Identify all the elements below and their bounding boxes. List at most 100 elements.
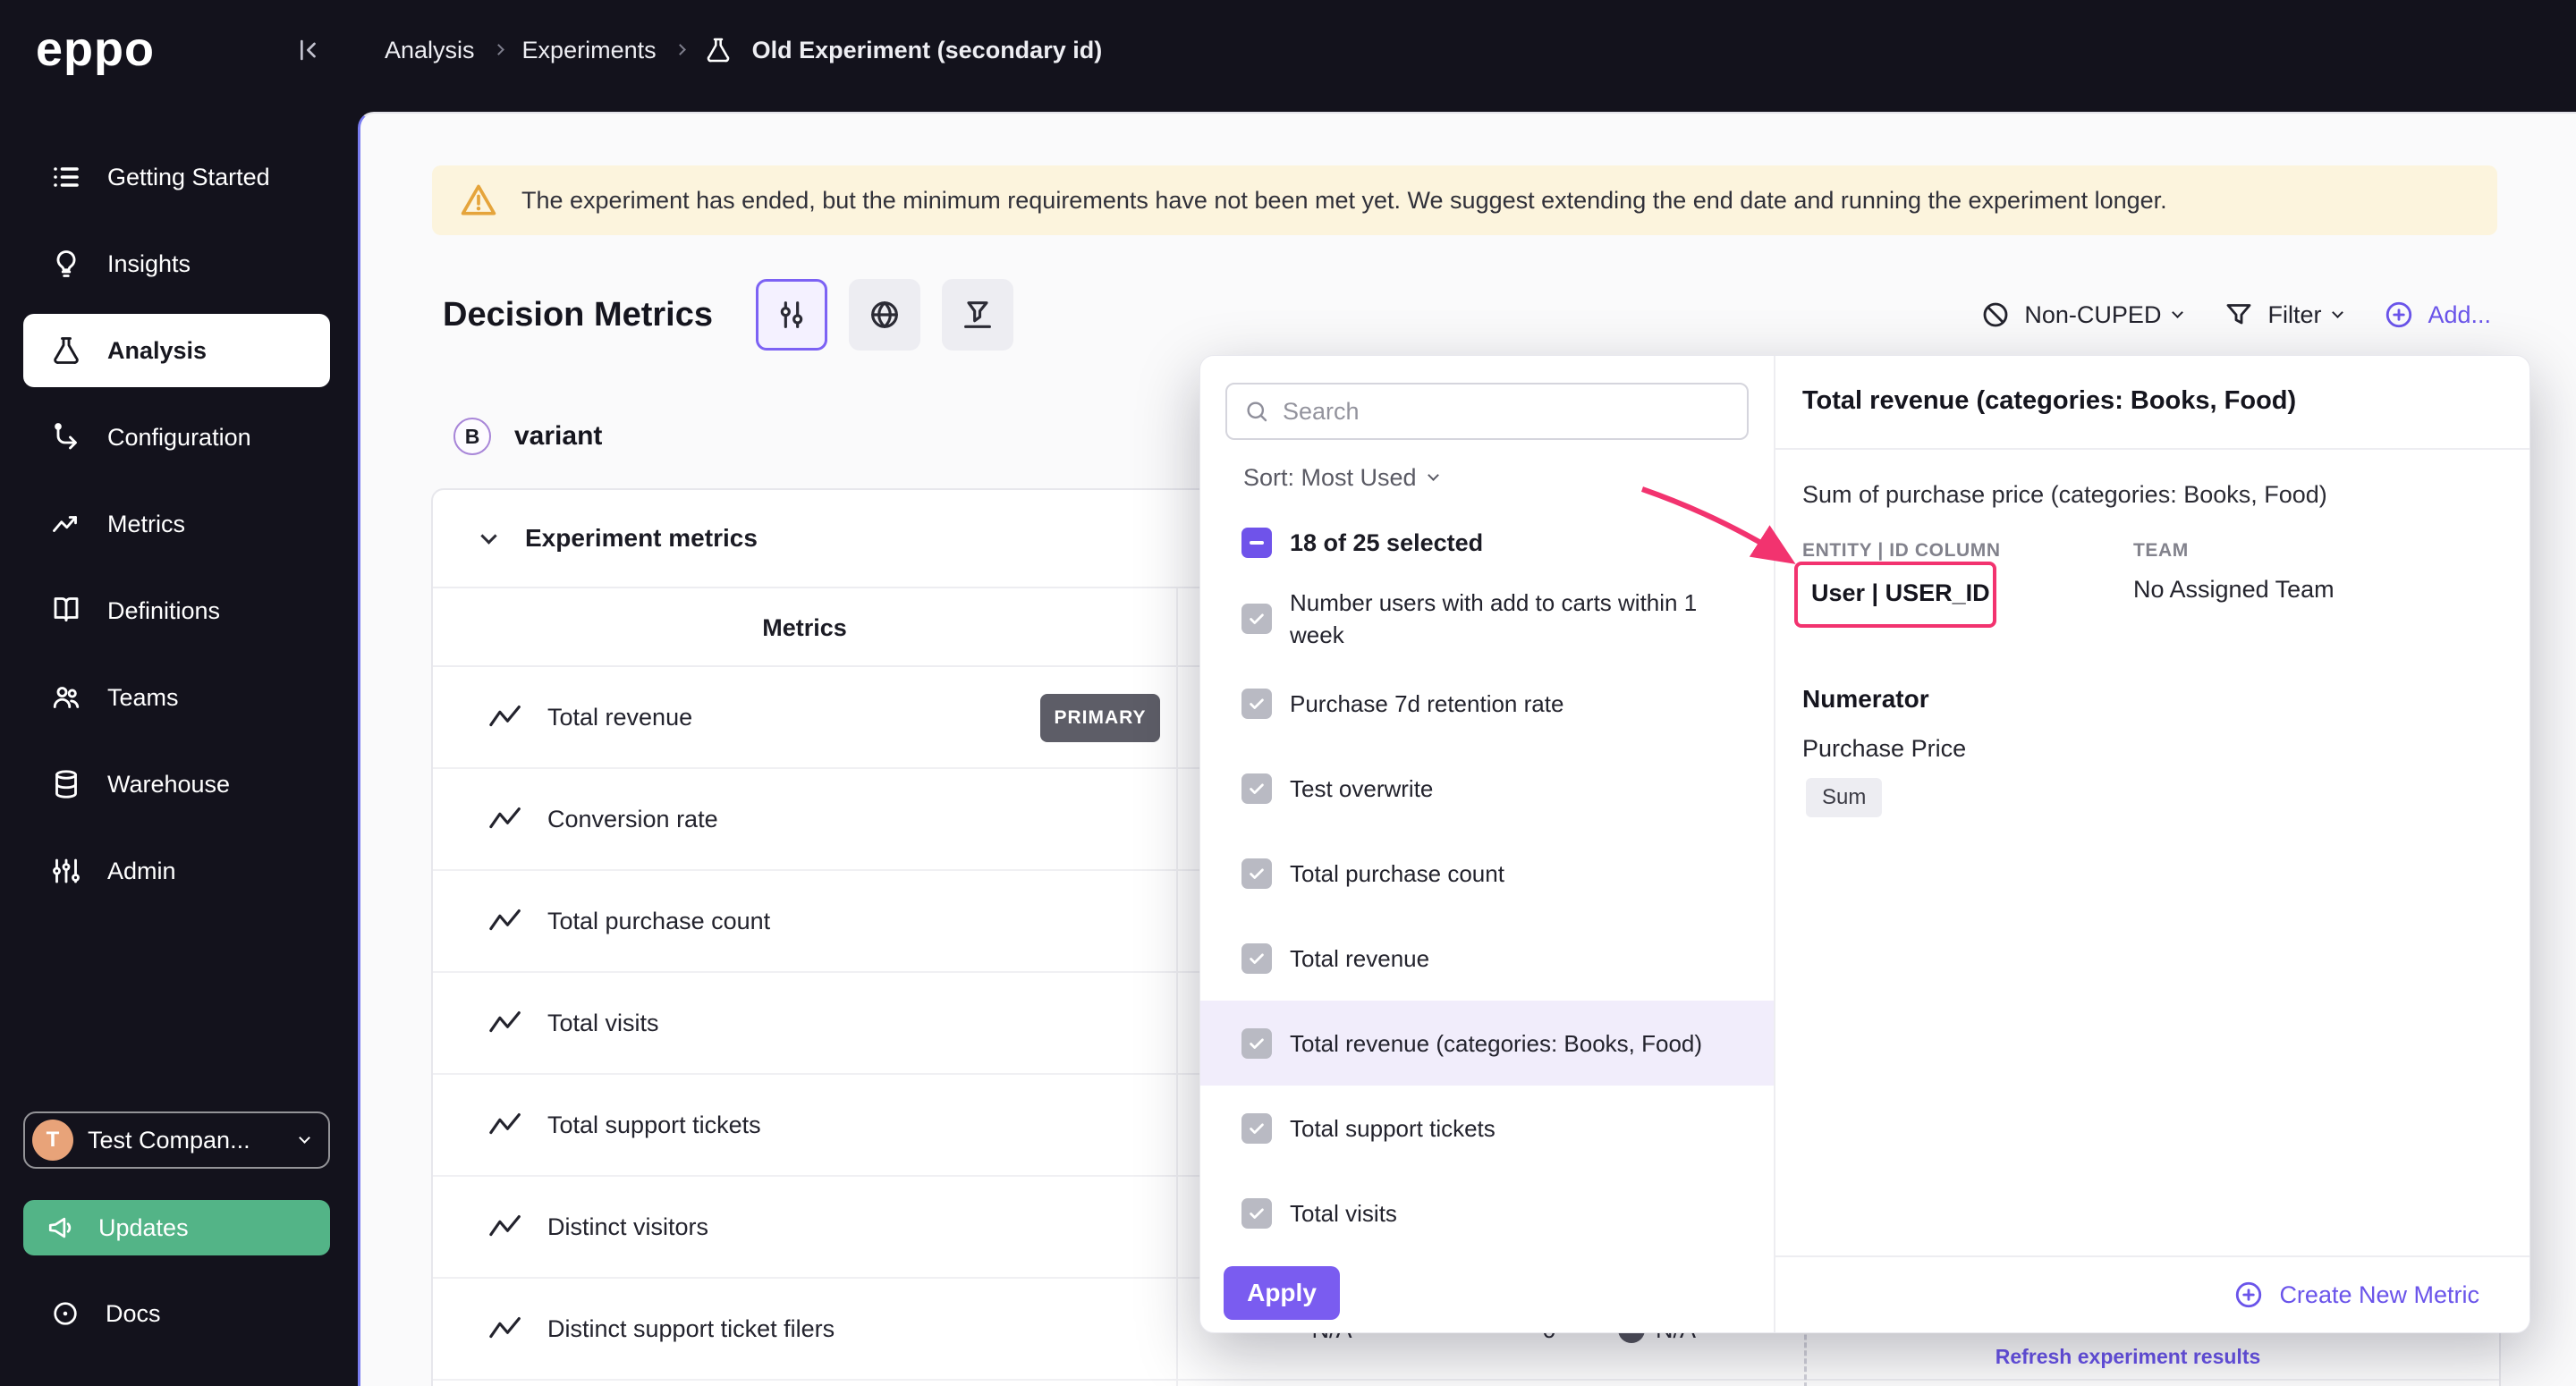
primary-badge: PRIMARY — [1040, 694, 1160, 742]
metric-option-label: Purchase 7d retention rate — [1290, 688, 1563, 720]
select-all-row[interactable]: 18 of 25 selected — [1241, 528, 1774, 558]
metric-icon — [488, 806, 524, 832]
view-global-button[interactable] — [849, 279, 920, 351]
metric-icon — [488, 1111, 524, 1138]
chevron-down-icon — [2173, 307, 2184, 318]
metrics-column-header: Metrics — [433, 588, 1176, 667]
list-item[interactable]: Total revenue — [1200, 916, 1774, 1001]
checkbox-checked[interactable] — [1241, 1113, 1272, 1144]
account-switcher[interactable]: T Test Compan... — [23, 1111, 330, 1169]
checkbox-checked[interactable] — [1241, 943, 1272, 974]
sidebar-collapse-icon[interactable] — [284, 28, 329, 72]
breadcrumb-analysis[interactable]: Analysis — [385, 37, 475, 64]
metric-icon — [488, 1010, 524, 1036]
column-divider — [1176, 588, 1178, 1386]
view-funnel-button[interactable] — [942, 279, 1013, 351]
chevron-right-icon — [674, 44, 686, 55]
sidebar-item-updates[interactable]: Updates — [23, 1200, 330, 1255]
list-item[interactable]: Test overwrite — [1200, 746, 1774, 831]
list-item[interactable]: Purchase 7d retention rate — [1200, 661, 1774, 746]
lightbulb-icon — [50, 248, 82, 280]
checkbox-checked[interactable] — [1241, 858, 1272, 889]
breadcrumb-experiments[interactable]: Experiments — [522, 37, 657, 64]
sidebar-item-admin[interactable]: Admin — [23, 834, 330, 908]
plus-circle-icon — [2233, 1279, 2265, 1311]
search-input[interactable] — [1283, 398, 1731, 426]
metric-list: Number users with add to carts within 1 … — [1200, 576, 1774, 1255]
list-item[interactable]: Total visits — [1200, 1170, 1774, 1255]
banner-text: The experiment has ended, but the minimu… — [521, 187, 2167, 215]
account-name: Test Compan... — [88, 1127, 250, 1154]
metric-picker-popover: Sort: Most Used 18 of 25 selected Number… — [1199, 355, 2530, 1333]
metric-icon — [488, 704, 524, 731]
metric-name: Total visits — [547, 1010, 659, 1037]
metric-name: Distinct visitors — [547, 1213, 708, 1241]
sort-label: Sort: Most Used — [1243, 464, 1417, 492]
line-chart-icon — [50, 508, 82, 540]
chevron-down-icon — [1428, 469, 1439, 481]
checkbox-checked[interactable] — [1241, 1198, 1272, 1229]
sidebar-item-getting-started[interactable]: Getting Started — [23, 140, 330, 214]
metric-option-label: Test overwrite — [1290, 773, 1433, 805]
sliders-icon — [50, 855, 82, 887]
sidebar-item-metrics[interactable]: Metrics — [23, 487, 330, 561]
variant-badge: B — [453, 418, 491, 455]
create-new-metric-button[interactable]: Create New Metric — [1775, 1255, 2529, 1332]
checkbox-checked[interactable] — [1241, 1028, 1272, 1059]
branch-icon — [50, 421, 82, 453]
toolbar: Decision Metrics Non-CUPED Filter Add. — [443, 276, 2491, 353]
page-title: Decision Metrics — [443, 296, 713, 334]
flask-icon — [704, 36, 733, 64]
view-metrics-button[interactable] — [756, 279, 827, 351]
sidebar-item-label: Admin — [107, 858, 176, 885]
refresh-results-link[interactable]: Refresh experiment results — [1971, 1345, 2284, 1369]
metric-description: Sum of purchase price (categories: Books… — [1802, 481, 2327, 509]
checkbox-checked[interactable] — [1241, 604, 1272, 634]
warning-banner: The experiment has ended, but the minimu… — [432, 165, 2497, 235]
metric-list-pane: Sort: Most Used 18 of 25 selected Number… — [1200, 356, 1775, 1332]
filter-dropdown[interactable]: Filter — [2223, 299, 2342, 331]
add-metric-button[interactable]: Add... — [2383, 299, 2491, 331]
sort-dropdown[interactable]: Sort: Most Used — [1243, 463, 1774, 492]
entity-id-label: ENTITY | ID COLUMN — [1802, 540, 2001, 562]
metric-option-label: Total purchase count — [1290, 858, 1504, 890]
metric-detail-title: Total revenue (categories: Books, Food) — [1802, 386, 2296, 416]
sidebar-item-teams[interactable]: Teams — [23, 661, 330, 734]
chevron-right-icon — [493, 44, 504, 55]
warning-icon — [459, 181, 498, 220]
apply-button[interactable]: Apply — [1224, 1266, 1340, 1320]
sidebar-item-configuration[interactable]: Configuration — [23, 401, 330, 474]
team-value: No Assigned Team — [2133, 576, 2334, 604]
indeterminate-checkbox[interactable] — [1241, 528, 1272, 558]
people-icon — [50, 681, 82, 714]
sidebar-item-warehouse[interactable]: Warehouse — [23, 748, 330, 821]
list-item[interactable]: Total purchase count — [1200, 831, 1774, 916]
metric-option-label: Total visits — [1290, 1197, 1397, 1230]
metric-name: Total revenue — [547, 704, 692, 731]
breadcrumb: Analysis Experiments Old Experiment (sec… — [385, 0, 1102, 100]
checkbox-checked[interactable] — [1241, 689, 1272, 719]
metric-name: Total purchase count — [547, 908, 770, 935]
sidebar: Getting Started Insights Analysis Config… — [0, 100, 353, 1386]
sidebar-item-definitions[interactable]: Definitions — [23, 574, 330, 647]
metric-icon — [488, 1213, 524, 1240]
search-box[interactable] — [1225, 383, 1749, 440]
list-item[interactable]: Number users with add to carts within 1 … — [1200, 576, 1774, 661]
metric-name: Distinct support ticket filers — [547, 1315, 835, 1343]
sidebar-item-analysis[interactable]: Analysis — [23, 314, 330, 387]
non-cuped-dropdown[interactable]: Non-CUPED — [1979, 299, 2182, 331]
eppo-logo[interactable]: eppo — [36, 21, 155, 77]
sidebar-item-label: Insights — [107, 250, 191, 278]
list-item[interactable]: Total support tickets — [1200, 1086, 1774, 1170]
sidebar-item-label: Definitions — [107, 597, 220, 625]
sidebar-item-docs[interactable]: Docs — [23, 1286, 330, 1341]
divider — [1775, 448, 2529, 450]
funnel-chart-icon — [960, 297, 996, 333]
variant-label: variant — [514, 421, 602, 452]
sidebar-item-insights[interactable]: Insights — [23, 227, 330, 300]
list-item-selected[interactable]: Total revenue (categories: Books, Food) — [1200, 1001, 1774, 1086]
checkbox-checked[interactable] — [1241, 773, 1272, 804]
sidebar-item-label: Warehouse — [107, 771, 230, 799]
variant-row: B variant — [453, 418, 602, 455]
top-bar: eppo Analysis Experiments Old Experiment… — [0, 0, 2576, 100]
